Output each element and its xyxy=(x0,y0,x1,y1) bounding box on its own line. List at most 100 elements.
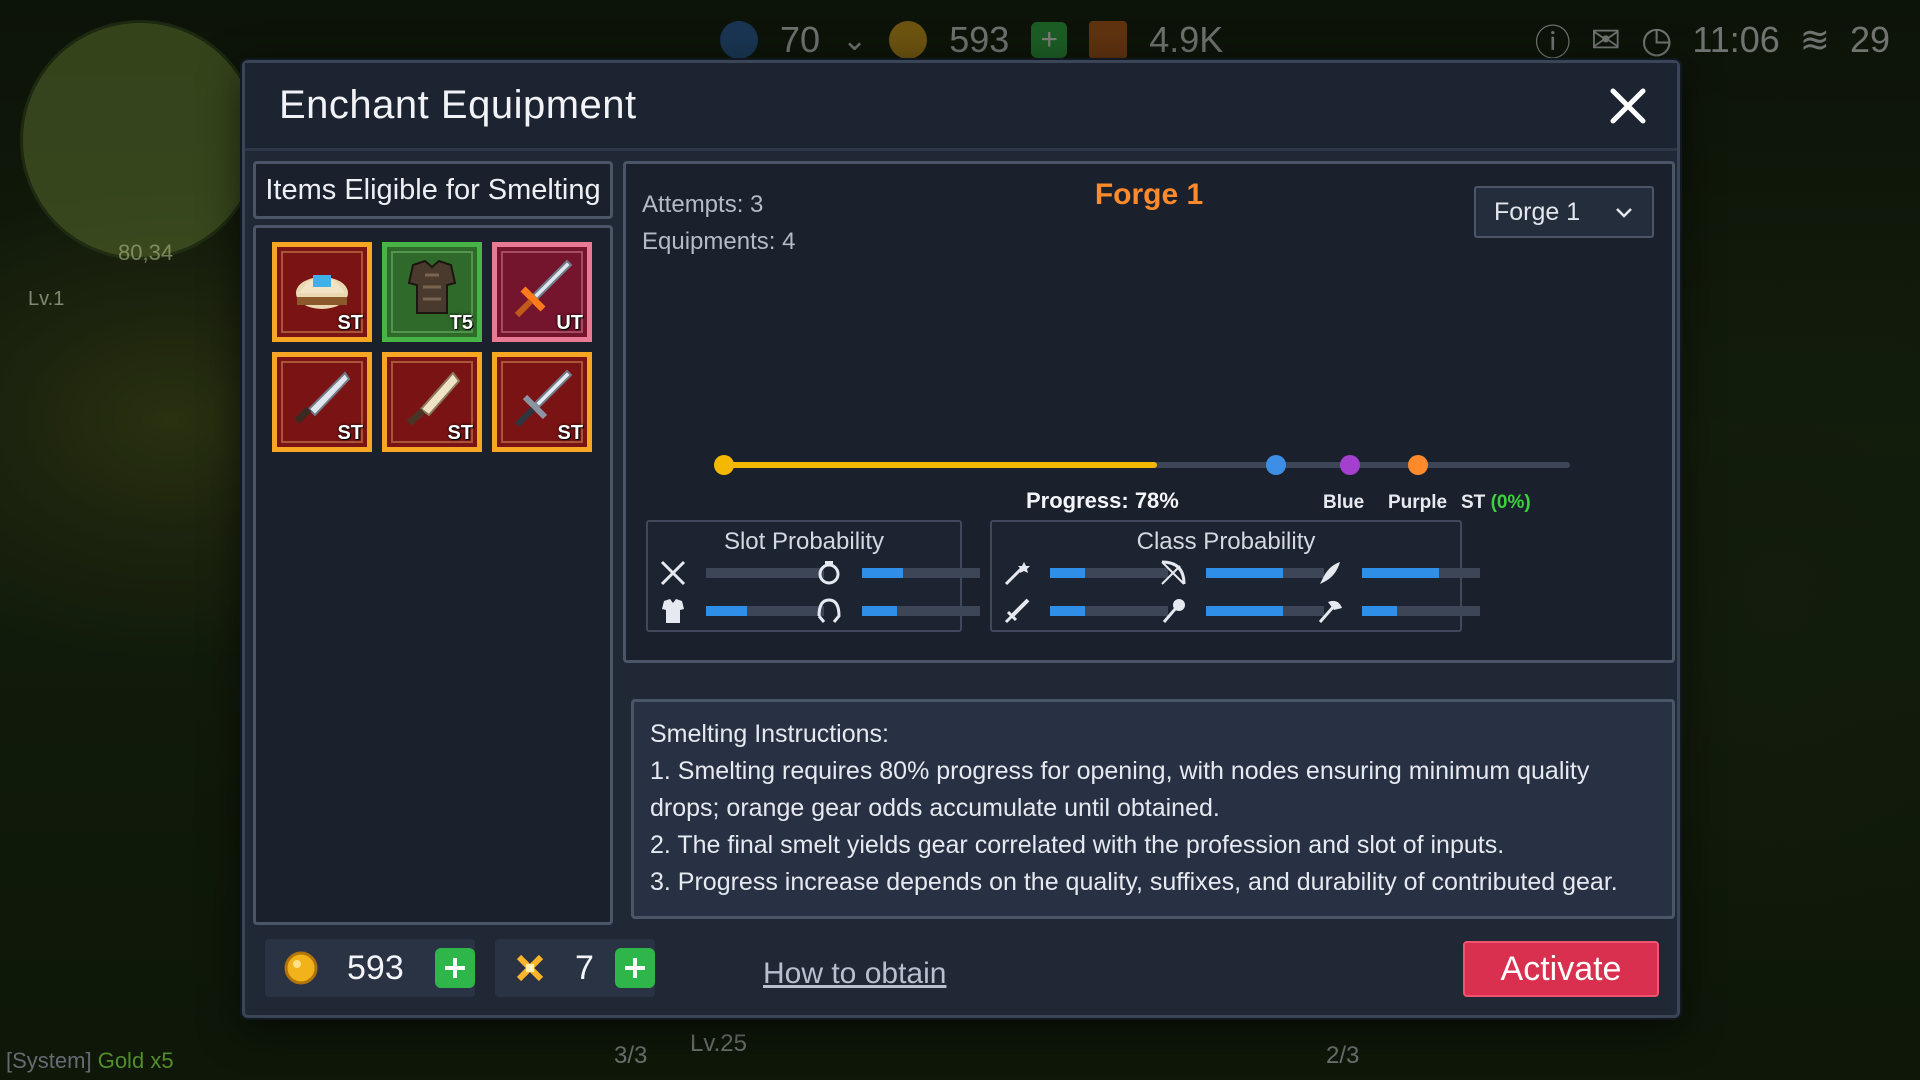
node-blue-label: Blue xyxy=(1323,492,1365,513)
bottom-counter-left: 3/3 xyxy=(614,1042,648,1069)
class-prob-row xyxy=(1002,596,1168,626)
progress-start-node xyxy=(714,455,734,475)
system-item: Gold xyxy=(97,1048,145,1073)
slot-prob-row xyxy=(658,596,824,626)
class-prob-row xyxy=(1002,558,1168,588)
forge-select-value: Forge 1 xyxy=(1494,197,1581,226)
forge-panel: Attempts: 3 Equipments: 4 Forge 1 Forge … xyxy=(623,161,1675,663)
item-slot[interactable]: ST xyxy=(382,352,482,452)
bottom-level: Lv.25 xyxy=(690,1030,747,1057)
node-st-label: ST (0%) xyxy=(1461,492,1531,514)
material-resource: 7 xyxy=(495,939,655,997)
item-tier-tag: ST xyxy=(337,312,363,334)
item-tier-tag: ST xyxy=(337,422,363,444)
add-material-button[interactable] xyxy=(615,948,655,988)
helmet-slot-icon xyxy=(817,598,841,623)
smelting-instructions: Smelting Instructions: 1. Smelting requi… xyxy=(631,699,1675,919)
add-gold-button[interactable]: + xyxy=(1031,22,1068,58)
node-st-percent: (0%) xyxy=(1490,492,1531,513)
bottom-counter-right: 2/3 xyxy=(1326,1042,1360,1069)
level-value: 70 xyxy=(780,19,821,60)
item-slot[interactable]: ST xyxy=(272,242,372,342)
dialog-title: Enchant Equipment xyxy=(279,83,637,127)
enchant-equipment-dialog: Enchant Equipment Items Eligible for Sme… xyxy=(242,60,1680,1018)
globe-icon xyxy=(720,21,758,59)
signal-icon: ≋ xyxy=(1799,19,1830,60)
slot-probability-title: Slot Probability xyxy=(723,528,885,555)
gold-coin-icon xyxy=(889,21,928,59)
instructions-heading: Smelting Instructions: xyxy=(650,720,889,748)
close-button[interactable] xyxy=(1605,83,1651,129)
wand-icon xyxy=(1004,562,1030,586)
item-tier-tag: ST xyxy=(557,422,583,444)
chevron-down-icon xyxy=(1616,208,1632,218)
close-icon xyxy=(1610,88,1646,124)
gold-resource: 593 xyxy=(265,939,475,997)
forge-select-dropdown[interactable]: Forge 1 xyxy=(1474,186,1654,238)
staff-icon xyxy=(1162,599,1185,623)
class-prob-row xyxy=(1314,596,1480,626)
dialog-header: Enchant Equipment xyxy=(245,63,1677,151)
how-to-obtain-link[interactable]: How to obtain xyxy=(763,957,946,991)
player-level-badge: Lv.1 xyxy=(28,288,65,310)
class-probability-title: Class Probability xyxy=(1136,528,1316,555)
clock-time: 11:06 xyxy=(1692,19,1780,60)
add-gold-button[interactable] xyxy=(435,948,475,988)
slot-probability-box: Slot Probability xyxy=(646,520,980,632)
signal-value: 29 xyxy=(1849,19,1890,60)
instruction-line: 3. Progress increase depends on the qual… xyxy=(650,868,1618,896)
eligible-items-panel: ST T5 UT ST ST ST xyxy=(253,225,613,925)
bow-icon xyxy=(1161,560,1186,585)
gold-coin-icon xyxy=(284,951,318,985)
slot-prob-row xyxy=(814,558,980,588)
system-prefix: [System] xyxy=(6,1048,92,1073)
progress-label: Progress: 78% xyxy=(1026,488,1179,513)
system-qty: x5 xyxy=(150,1048,174,1073)
ring-icon xyxy=(818,561,840,585)
dialog-footer: 593 7 How to obtain Activate xyxy=(245,925,1677,1015)
item-slot[interactable]: ST xyxy=(272,352,372,452)
activate-button[interactable]: Activate xyxy=(1463,941,1659,997)
armor-icon xyxy=(662,599,684,623)
node-blue xyxy=(1266,455,1286,475)
item-slot[interactable]: ST xyxy=(492,352,592,452)
gold-amount: 593 xyxy=(347,948,404,987)
mail-icon[interactable]: ✉ xyxy=(1591,19,1621,61)
top-right-status: ⓘ ✉ ◷ 11:06 ≋ 29 xyxy=(1535,14,1890,66)
node-purple-label: Purple xyxy=(1388,492,1448,513)
eligible-items-header: Items Eligible for Smelting xyxy=(253,161,613,219)
crossed-swords-icon xyxy=(660,560,686,586)
axe-icon xyxy=(1318,600,1342,623)
item-slot[interactable]: UT xyxy=(492,242,592,342)
item-tier-tag: ST xyxy=(447,422,473,444)
slot-prob-row xyxy=(658,558,824,588)
enchant-stone-icon xyxy=(516,954,544,982)
quill-icon xyxy=(1320,562,1340,584)
short-sword-icon xyxy=(1004,598,1030,624)
gold-value: 593 xyxy=(949,19,1010,60)
instruction-line: 1. Smelting requires 80% progress for op… xyxy=(650,757,1590,822)
item-grid: ST T5 UT ST ST ST xyxy=(272,242,592,452)
progress-fill xyxy=(722,462,1157,468)
chevron-down-icon[interactable]: ⌄ xyxy=(842,23,867,58)
node-st xyxy=(1408,455,1428,475)
slot-prob-row xyxy=(814,596,980,626)
minimap-coords: 80,34 xyxy=(118,240,174,265)
node-purple xyxy=(1340,455,1360,475)
gems-value: 4.9K xyxy=(1149,19,1224,60)
item-slot[interactable]: T5 xyxy=(382,242,482,342)
info-icon[interactable]: ⓘ xyxy=(1535,14,1571,66)
gem-icon xyxy=(1089,21,1128,59)
instruction-line: 2. The final smelt yields gear correlate… xyxy=(650,831,1505,859)
material-amount: 7 xyxy=(575,948,594,987)
class-probability-box: Class Probability xyxy=(990,520,1480,632)
item-tier-tag: T5 xyxy=(449,312,473,334)
system-chat-message: [System] Gold x5 xyxy=(6,1048,174,1074)
class-prob-row xyxy=(1314,558,1480,588)
minimap[interactable] xyxy=(20,20,260,260)
class-prob-row xyxy=(1158,558,1324,588)
class-prob-row xyxy=(1158,596,1324,626)
clock-icon: ◷ xyxy=(1640,19,1673,60)
progress-track xyxy=(714,455,1570,475)
item-tier-tag: UT xyxy=(556,312,583,334)
